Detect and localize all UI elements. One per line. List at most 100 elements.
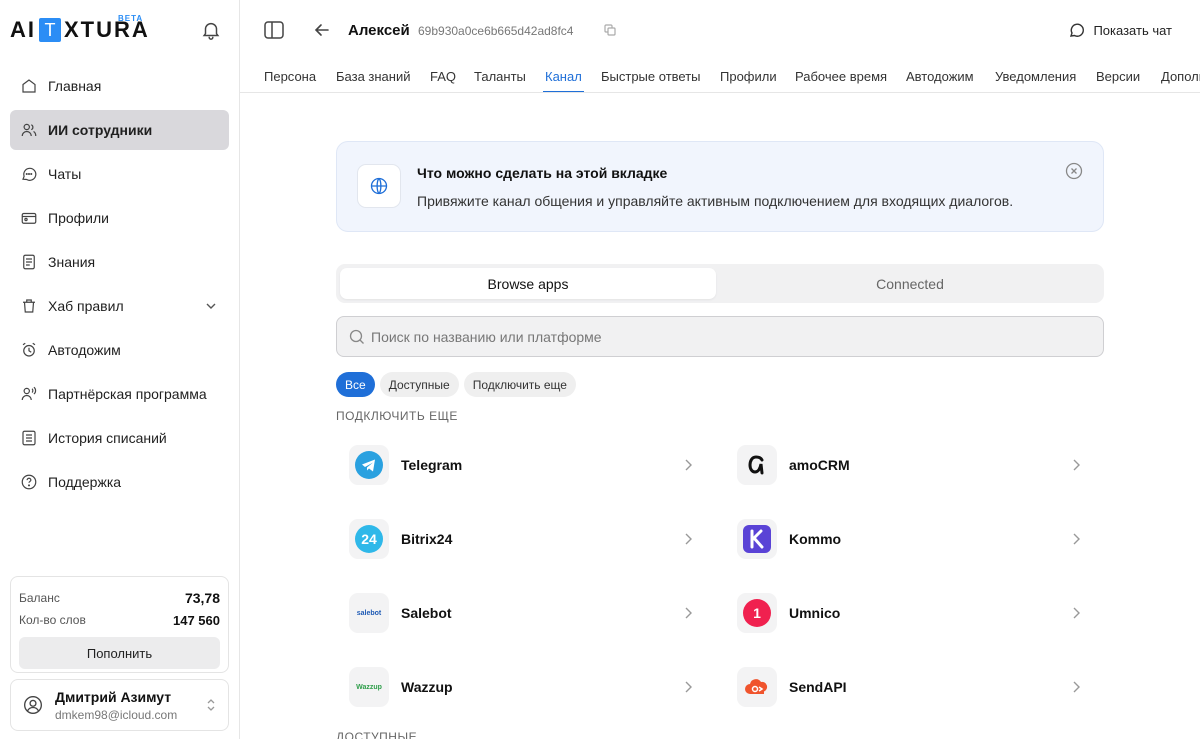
agent-name: Алексей	[348, 22, 410, 39]
sidebar-item-label: История списаний	[48, 430, 167, 446]
apps-segmented-control: Browse apps Connected	[336, 264, 1104, 303]
tab-more[interactable]: Дополн	[1161, 69, 1200, 92]
close-icon[interactable]	[1065, 162, 1083, 180]
avatar	[24, 696, 42, 714]
chat-bubble-icon	[22, 167, 37, 181]
salebot-icon: salebot	[349, 593, 389, 633]
app-name: Bitrix24	[401, 531, 453, 547]
users-icon	[21, 123, 37, 137]
id-card-icon	[21, 212, 37, 224]
chevron-right-icon	[685, 533, 692, 545]
chevron-right-icon	[685, 459, 692, 471]
umnico-logo: 1	[743, 599, 771, 627]
search-input[interactable]	[371, 328, 1071, 345]
sidebar-item-rules-hub[interactable]: Хаб правил	[10, 286, 229, 326]
app-name: amoCRM	[789, 457, 850, 473]
sendapi-icon	[737, 667, 777, 707]
arrow-left-icon[interactable]	[314, 22, 330, 38]
chip-available[interactable]: Доступные	[379, 372, 459, 397]
chevron-up-down-icon	[207, 699, 215, 711]
sidebar-item-charges-history[interactable]: История списаний	[10, 418, 229, 458]
app-wazzup[interactable]: Wazzup Wazzup	[337, 657, 693, 717]
document-icon	[23, 254, 35, 270]
app-bitrix24[interactable]: 24 Bitrix24	[337, 509, 693, 569]
sidebar-item-support[interactable]: Поддержка	[10, 462, 229, 502]
globe-icon	[370, 177, 388, 195]
sidebar-item-label: Поддержка	[48, 474, 122, 490]
sidebar-item-partner-program[interactable]: Партнёрская программа	[10, 374, 229, 414]
user-info: Дмитрий Азимут dmkem98@icloud.com	[55, 689, 177, 722]
tab-working-hours[interactable]: Рабочее время	[795, 69, 887, 92]
tab-versions[interactable]: Версии	[1096, 69, 1140, 92]
list-icon	[22, 430, 36, 446]
sidebar-toggle-icon[interactable]	[264, 21, 284, 39]
tab-persona[interactable]: Персона	[264, 69, 316, 92]
tab-faq[interactable]: FAQ	[430, 69, 456, 92]
app-umnico[interactable]: 1 Umnico	[725, 583, 1081, 643]
words-row: Кол-во слов 147 560	[19, 609, 220, 631]
chevron-right-icon	[1073, 607, 1080, 619]
logo-beta-badge: BETA	[118, 14, 144, 23]
app-name: Wazzup	[401, 679, 453, 695]
balance-value: 73,78	[184, 590, 220, 606]
tab-bar: Персона База знаний FAQ Таланты Канал Бы…	[240, 60, 1200, 93]
sidebar: AI T XTURA BETA Главная ИИ сотрудники Ча…	[0, 0, 240, 739]
chevron-right-icon	[1073, 533, 1080, 545]
tab-quick-replies[interactable]: Быстрые ответы	[601, 69, 701, 92]
segment-browse-apps[interactable]: Browse apps	[340, 268, 716, 299]
bell-icon[interactable]	[200, 19, 222, 41]
app-name: Umnico	[789, 605, 841, 621]
sidebar-item-profiles[interactable]: Профили	[10, 198, 229, 238]
tab-channel[interactable]: Канал	[543, 69, 584, 92]
chevron-right-icon	[1073, 681, 1080, 693]
salebot-logo-text: salebot	[356, 609, 382, 617]
search-icon	[349, 329, 364, 344]
app-amocrm[interactable]: amoCRM	[725, 435, 1081, 495]
sidebar-item-label: Чаты	[48, 166, 82, 182]
agent-id: 69b930a0ce6b665d42ad8fc4	[418, 24, 574, 38]
section-label-connect-more: ПОДКЛЮЧИТЬ ЕЩЕ	[336, 409, 458, 423]
logo-text-left: AI	[10, 17, 36, 42]
svg-text:24: 24	[361, 531, 377, 547]
tab-talents[interactable]: Таланты	[474, 69, 526, 92]
amocrm-icon	[737, 445, 777, 485]
topup-button[interactable]: Пополнить	[19, 637, 220, 669]
help-circle-icon	[21, 474, 37, 490]
tab-knowledge-base[interactable]: База знаний	[336, 69, 411, 92]
kommo-icon	[737, 519, 777, 559]
wazzup-icon: Wazzup	[349, 667, 389, 707]
segment-connected[interactable]: Connected	[720, 268, 1100, 299]
sidebar-item-label: Партнёрская программа	[48, 386, 207, 402]
home-icon	[22, 79, 36, 93]
chip-connect-more[interactable]: Подключить еще	[463, 372, 576, 397]
sidebar-item-home[interactable]: Главная	[10, 66, 229, 106]
app-salebot[interactable]: salebot Salebot	[337, 583, 693, 643]
show-chat-button[interactable]: Показать чат	[1069, 22, 1172, 38]
tab-profiles[interactable]: Профили	[720, 69, 777, 92]
sidebar-item-ai-employees[interactable]: ИИ сотрудники	[10, 110, 229, 150]
tab-notifications[interactable]: Уведомления	[995, 69, 1076, 92]
logo-box: T	[39, 18, 61, 42]
sidebar-item-chats[interactable]: Чаты	[10, 154, 229, 194]
logo[interactable]: AI T XTURA BETA	[10, 14, 150, 46]
copy-icon[interactable]	[604, 24, 616, 36]
sidebar-item-knowledge[interactable]: Знания	[10, 242, 229, 282]
sidebar-item-label: ИИ сотрудники	[48, 122, 153, 138]
app-sendapi[interactable]: SendAPI	[725, 657, 1081, 717]
tab-followup[interactable]: Автодожим	[906, 69, 974, 92]
app-kommo[interactable]: Kommo	[725, 509, 1081, 569]
filter-chips: Все Доступные Подключить еще	[336, 372, 581, 397]
chip-all[interactable]: Все	[336, 372, 375, 397]
chevron-down-icon[interactable]	[205, 300, 217, 312]
user-name: Дмитрий Азимут	[55, 688, 172, 705]
app-telegram[interactable]: Telegram	[337, 435, 693, 495]
search-box	[336, 316, 1104, 357]
sidebar-item-label: Главная	[48, 78, 102, 94]
chevron-right-icon	[685, 607, 692, 619]
sidebar-item-followup[interactable]: Автодожим	[10, 330, 229, 370]
words-label: Кол-во слов	[19, 613, 86, 627]
words-value: 147 560	[173, 612, 220, 628]
umnico-icon: 1	[737, 593, 777, 633]
user-switcher[interactable]: Дмитрий Азимут dmkem98@icloud.com	[10, 679, 229, 731]
telegram-icon	[349, 445, 389, 485]
